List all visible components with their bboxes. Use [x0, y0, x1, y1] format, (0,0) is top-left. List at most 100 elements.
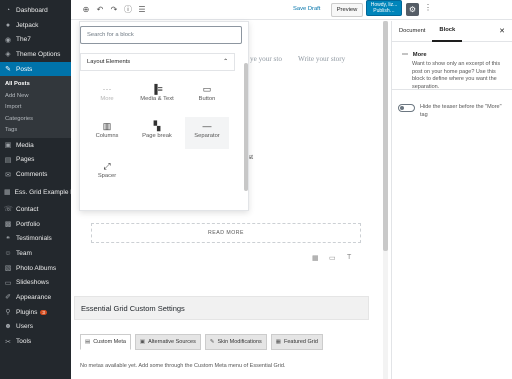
sidebar-item-label: Comments — [16, 171, 48, 179]
block-media-text[interactable]: ▐≡ Media & Text — [135, 80, 179, 112]
admin-sidebar: ◔ Dashboard ● Jetpack ◉ The7 ◈ Theme Options ✎ Po… — [0, 0, 87, 379]
add-block-icon[interactable]: ⊕ — [79, 5, 93, 14]
block-button[interactable]: ▭ Button — [185, 80, 229, 112]
divider — [392, 89, 512, 90]
block-tool-grid-icon[interactable]: ▦ — [312, 254, 319, 262]
block-tool-text-icon[interactable]: T — [347, 254, 351, 261]
sidebar-item-label: Pages — [16, 156, 35, 164]
sidebar-item-label: Appearance — [16, 293, 52, 301]
sidebar-item-users[interactable]: ☻ Users — [0, 320, 71, 335]
grid-icon: ▦ — [4, 188, 11, 196]
testimonials-icon: ❝ — [6, 235, 10, 243]
publish-button[interactable]: Howdy, liz... Publish… — [366, 0, 402, 16]
columns-icon: ▥ — [102, 121, 112, 131]
portfolio-icon: ▩ — [4, 221, 12, 229]
sidebar-item-label: Media — [16, 141, 34, 149]
redo-icon[interactable]: ↷ — [107, 5, 121, 14]
sidebar-item-label: Team — [16, 249, 32, 257]
sidebar-item-label: The7 — [16, 36, 31, 44]
hide-teaser-label: Hide the teaser before the "More" tag — [420, 104, 502, 118]
block-separator[interactable]: — Separator — [185, 117, 229, 149]
block-label: More — [100, 96, 114, 102]
eg-tab-skin-modifications[interactable]: ✎ Skin Modifications — [204, 334, 267, 350]
more-menu-icon[interactable]: ⋮ — [424, 3, 432, 12]
sidebar-item-label: Theme Options — [16, 50, 61, 58]
sidebar-item-comments[interactable]: ✉ Comments — [0, 167, 71, 182]
editor-toolbar: ⊕ ↶ ↷ ⓘ ☰ — [71, 0, 512, 20]
sidebar-item-testimonials[interactable]: ❝ Testimonials — [0, 231, 71, 246]
category-label: Layout Elements — [87, 59, 131, 65]
sidebar-item-team[interactable]: ☺ Team — [0, 246, 71, 261]
block-search-input[interactable]: Search for a block — [80, 26, 242, 44]
block-spacer[interactable]: ⤢ Spacer — [85, 157, 129, 189]
paragraph-placeholder[interactable]: ye your sto — [250, 55, 282, 63]
preview-button[interactable]: Preview — [331, 3, 363, 17]
submenu-item[interactable]: All Posts — [0, 78, 71, 90]
update-badge: 3 — [40, 309, 47, 315]
eg-tab-alternative-sources[interactable]: ▣ Alternative Sources — [134, 334, 201, 350]
eg-tab-label: Custom Meta — [93, 339, 126, 345]
sidebar-item-media[interactable]: ▣ Media — [0, 138, 71, 153]
eg-tab-label: Featured Grid — [283, 339, 318, 345]
tab-block[interactable]: Block — [432, 21, 463, 42]
paragraph-placeholder-2[interactable]: Write your story — [298, 55, 345, 63]
sidebar-item-plugins[interactable]: ⚲ Plugins 3 — [0, 305, 71, 320]
sidebar-item-tools[interactable]: ✂ Tools — [0, 334, 71, 349]
block-label: Separator — [194, 133, 220, 139]
info-icon[interactable]: ⓘ — [121, 4, 135, 15]
settings-gear-icon[interactable]: ⚙ — [406, 3, 419, 16]
block-columns[interactable]: ▥ Columns — [85, 117, 129, 149]
block-more[interactable]: ⋯ More — [85, 80, 129, 112]
sidebar-item-dashboard[interactable]: ◔ Dashboard — [0, 3, 71, 18]
sidebar-item-the7[interactable]: ◉ The7 — [0, 32, 71, 47]
eg-note: No metas available yet. Add some through… — [80, 363, 286, 369]
eg-tab-featured-grid[interactable]: ▦ Featured Grid — [270, 334, 323, 350]
block-label: Columns — [95, 133, 119, 139]
more-block[interactable]: READ MORE — [91, 223, 361, 243]
sidebar-item-ess-grid-example-posts[interactable]: ▦ Ess. Grid Example Posts — [0, 182, 87, 202]
users-icon: ☻ — [4, 323, 12, 331]
block-tool-image-icon[interactable]: ▭ — [329, 254, 336, 262]
block-label: Media & Text — [140, 96, 174, 102]
block-card-title: ⋯ More — [402, 52, 427, 58]
sidebar-item-photo-albums[interactable]: ▧ Photo Albums — [0, 261, 71, 276]
tab-document[interactable]: Document — [392, 21, 432, 42]
hide-teaser-toggle[interactable] — [398, 104, 415, 112]
block-page-break[interactable]: ▝▖ Page break — [135, 117, 179, 149]
submenu-item[interactable]: Add New — [0, 90, 71, 102]
sidebar-item-label: Photo Albums — [16, 264, 57, 272]
read-more-label: READ MORE — [202, 230, 250, 236]
inserter-scroll-thumb[interactable] — [244, 63, 248, 191]
sidebar-item-label: Tools — [16, 338, 32, 346]
sidebar-item-label: Testimonials — [16, 235, 52, 243]
sidebar-item-portfolio[interactable]: ▩ Portfolio — [0, 217, 71, 232]
sidebar-item-posts[interactable]: ✎ Posts — [0, 61, 71, 77]
media-text-icon: ▐≡ — [151, 84, 163, 94]
tools-icon: ✂ — [5, 338, 11, 346]
chevron-up-icon: ⌃ — [223, 59, 228, 65]
sidebar-item-jetpack[interactable]: ● Jetpack — [0, 18, 71, 33]
sidebar-item-slideshows[interactable]: ▭ Slideshows — [0, 275, 71, 290]
outline-icon[interactable]: ☰ — [135, 5, 149, 14]
category-toggle[interactable]: Layout Elements ⌃ — [80, 53, 235, 71]
sidebar-item-contact[interactable]: ☏ Contact — [0, 202, 71, 217]
comments-icon: ✉ — [5, 171, 11, 179]
submenu-item[interactable]: Import — [0, 101, 71, 113]
dashboard-icon: ◔ — [5, 6, 11, 14]
sidebar-item-label: Users — [16, 323, 33, 331]
sidebar-item-appearance[interactable]: ✐ Appearance — [0, 290, 71, 305]
editor-scroll-thumb[interactable] — [383, 21, 388, 251]
sidebar-item-label: Plugins — [16, 308, 38, 316]
undo-icon[interactable]: ↶ — [93, 5, 107, 14]
eg-tab-custom-meta[interactable]: ▤ Custom Meta — [80, 334, 131, 350]
sidebar-item-pages[interactable]: ▤ Pages — [0, 153, 71, 168]
sidebar-item-theme-options[interactable]: ◈ Theme Options — [0, 47, 71, 62]
submenu-item[interactable]: Tags — [0, 124, 71, 136]
sidebar-item-label: Posts — [16, 65, 33, 73]
save-draft-link[interactable]: Save Draft — [293, 6, 320, 12]
the7-icon: ◉ — [4, 36, 12, 44]
submenu-item[interactable]: Categories — [0, 113, 71, 125]
close-icon[interactable]: ✕ — [499, 27, 505, 35]
spacer-icon: ⤢ — [103, 161, 111, 171]
sidebar-item-label: Portfolio — [16, 220, 40, 228]
